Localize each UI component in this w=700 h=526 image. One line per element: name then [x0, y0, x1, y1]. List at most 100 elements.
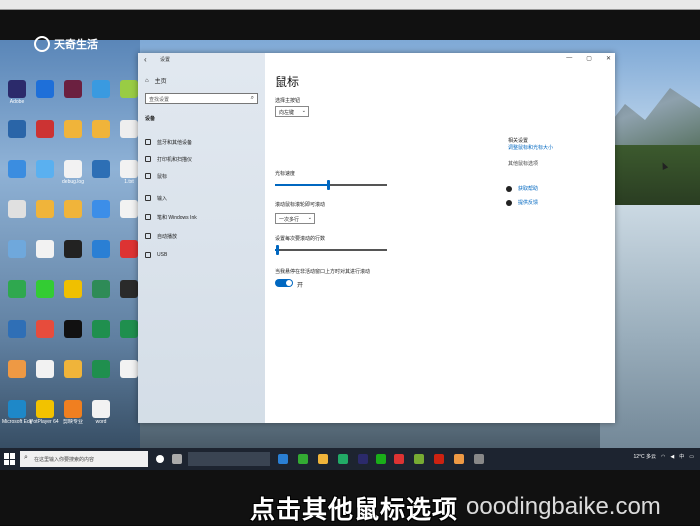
related-settings-heading: 相关设置: [508, 138, 529, 144]
inactive-scroll-label: 当我悬停在非活动窗口上方时对其进行滚动: [275, 269, 371, 275]
volume-icon[interactable]: ◀: [670, 454, 674, 460]
primary-button-dropdown[interactable]: 向左键 ⌄: [275, 106, 309, 117]
desktop-icon[interactable]: [58, 80, 88, 116]
inactive-scroll-toggle[interactable]: [275, 279, 293, 287]
keyboard-icon: [145, 195, 151, 201]
desktop-icon[interactable]: [2, 280, 32, 316]
search-icon: ⌕: [24, 454, 28, 461]
sidebar-item-bluetooth[interactable]: 蓝牙和其他设备: [145, 137, 192, 147]
app-icon[interactable]: [414, 454, 424, 464]
usb-icon: [145, 252, 151, 258]
desktop-icon[interactable]: [30, 240, 60, 276]
desktop-icon[interactable]: [30, 320, 60, 356]
task-view-icon[interactable]: [156, 455, 164, 463]
sidebar-home[interactable]: ⌂ 主页: [145, 76, 167, 86]
sidebar-item-autoplay[interactable]: 自动播放: [145, 231, 177, 241]
sidebar-item-printers[interactable]: 打印机和扫描仪: [145, 154, 192, 164]
notification-icon[interactable]: ▭: [689, 454, 694, 460]
folder-icon[interactable]: [318, 454, 328, 464]
sidebar-item-usb[interactable]: USB: [145, 250, 167, 260]
wheel-scroll-dropdown[interactable]: 一次多行 ⌄: [275, 213, 315, 224]
desktop-icon-potplayer[interactable]: PotPlayer 64 bit: [30, 400, 60, 436]
app-icon[interactable]: [298, 454, 308, 464]
desktop-icon[interactable]: [58, 120, 88, 156]
lines-scroll-label: 设置每次要滚动的行数: [275, 236, 326, 242]
gear-icon[interactable]: [474, 454, 484, 464]
desktop-icon[interactable]: [86, 120, 116, 156]
desktop-icon[interactable]: [30, 280, 60, 316]
sidebar-item-mouse[interactable]: 鼠标: [145, 171, 167, 181]
edge-icon[interactable]: [278, 454, 288, 464]
desktop-icon[interactable]: [58, 320, 88, 356]
desktop-icon[interactable]: [30, 120, 60, 156]
desktop-icon[interactable]: [2, 360, 32, 396]
sidebar-item-pen[interactable]: 笔和 Windows Ink: [145, 212, 197, 222]
slider-thumb[interactable]: [326, 180, 330, 190]
desktop-icon[interactable]: [2, 240, 32, 276]
desktop-icon-word[interactable]: word: [86, 400, 116, 436]
desktop-icon[interactable]: [86, 280, 116, 316]
feedback-link[interactable]: 提供反馈: [506, 199, 538, 206]
ime-indicator[interactable]: 中: [679, 453, 684, 460]
desktop-icon[interactable]: [86, 320, 116, 356]
app-icon[interactable]: [394, 454, 404, 464]
back-arrow-icon[interactable]: ‹: [144, 55, 147, 64]
taskbar-address-bar[interactable]: [188, 452, 270, 466]
additional-mouse-options-link[interactable]: 其他鼠标选项: [508, 160, 538, 167]
wechat-icon[interactable]: [376, 454, 386, 464]
desktop-icon[interactable]: debug.log: [58, 160, 88, 196]
desktop-icon[interactable]: [30, 200, 60, 236]
desktop-icon[interactable]: [2, 200, 32, 236]
cursor-speed-slider[interactable]: [275, 180, 387, 190]
desktop-icon[interactable]: Adobe: [2, 80, 32, 116]
lines-scroll-slider[interactable]: [275, 245, 387, 255]
taskbar-search-input[interactable]: ⌕ 在这里输入你要搜索的内容: [20, 451, 148, 467]
widgets-icon[interactable]: [172, 454, 182, 464]
site-watermark: ooodingbaike.com: [466, 493, 661, 520]
wps-icon[interactable]: [434, 454, 444, 464]
desktop-icon[interactable]: [30, 80, 60, 116]
desktop-icon[interactable]: [86, 80, 116, 116]
desktop-icon[interactable]: [30, 360, 60, 396]
wifi-icon[interactable]: ◠: [661, 454, 665, 460]
start-button[interactable]: [4, 453, 16, 465]
desktop-icon[interactable]: [86, 240, 116, 276]
adjust-size-link[interactable]: 调整鼠标和光标大小: [508, 144, 553, 151]
cursor-speed-label: 光标速度: [275, 171, 296, 177]
app-icon[interactable]: [338, 454, 348, 464]
settings-sidebar: ⌂ 主页 查找设置 ⌕ 设备 蓝牙和其他设备 打印机和扫描仪 鼠标 输入 笔和 …: [138, 53, 265, 423]
desktop-icon[interactable]: [86, 160, 116, 196]
printer-icon: [145, 156, 151, 162]
toggle-knob: [286, 280, 292, 286]
window-title: 设置: [160, 57, 171, 63]
desktop-icon[interactable]: [58, 200, 88, 236]
bluetooth-icon: [145, 139, 151, 145]
desktop-icon[interactable]: [2, 120, 32, 156]
autoplay-icon: [145, 233, 151, 239]
weather-text[interactable]: 12°C 多云: [633, 453, 656, 460]
desktop-icon[interactable]: [30, 160, 60, 196]
settings-window: ⌂ 主页 查找设置 ⌕ 设备 蓝牙和其他设备 打印机和扫描仪 鼠标 输入 笔和 …: [138, 53, 669, 423]
primary-button-label: 选择主按钮: [275, 98, 301, 104]
get-help-link[interactable]: 获取帮助: [506, 185, 538, 192]
desktop-icon[interactable]: [58, 240, 88, 276]
slider-thumb[interactable]: [276, 245, 280, 255]
desktop-icon[interactable]: [86, 360, 116, 396]
desktop-icon[interactable]: [58, 280, 88, 316]
desktop-icon[interactable]: [2, 320, 32, 356]
desktop-icon-edge[interactable]: Microsoft Edge: [2, 400, 32, 436]
desktop-icon[interactable]: [86, 200, 116, 236]
desktop-icon-jianying[interactable]: 剪映专业: [58, 400, 88, 436]
sidebar-item-typing[interactable]: 输入: [145, 193, 167, 203]
video-frame: Adobe debug.log 1.txt Microsoft Edg PotP…: [0, 0, 700, 525]
search-icon: ⌕: [250, 95, 254, 101]
feedback-icon: [506, 199, 512, 206]
app-icon[interactable]: [454, 454, 464, 464]
settings-search-input[interactable]: 查找设置 ⌕: [145, 93, 258, 104]
wallpaper-lake: [600, 205, 700, 465]
mouse-icon: [145, 173, 151, 179]
system-tray: 12°C 多云 ◠ ◀ 中 ▭: [633, 453, 694, 461]
desktop-icon[interactable]: [58, 360, 88, 396]
desktop-icon[interactable]: [2, 160, 32, 196]
premiere-icon[interactable]: [358, 454, 368, 464]
